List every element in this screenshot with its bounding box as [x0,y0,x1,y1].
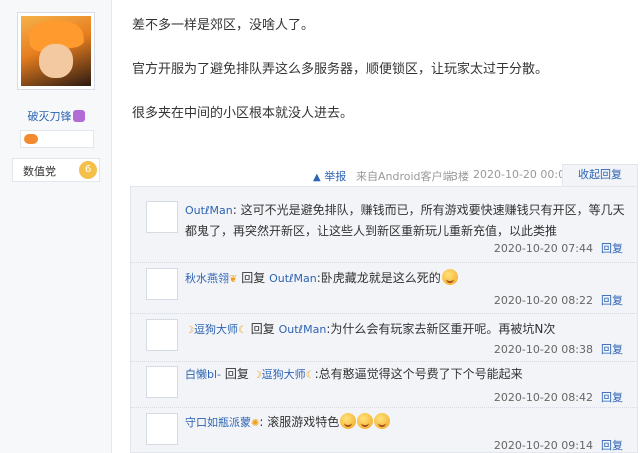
reply-word: 回复 [250,322,275,336]
reply-word: 回复 [241,271,266,285]
reply-body: 这可不光是避免排队，赚钱而已，所有游戏要快速赚钱只有开区，等几天都鬼了，再突然开… [185,203,625,238]
reply-separator: : [232,203,241,217]
post-line: 很多夹在中间的小区根本就没人进去。 [132,106,354,121]
reply-time: 2020-10-20 08:42 [493,391,593,404]
reply-button[interactable]: 回复 [601,294,623,307]
avatar-image [21,16,91,86]
reply-target-username[interactable]: OutℓMan [279,323,327,336]
reply-username[interactable]: 秋水燕翎 [185,272,229,285]
rank-label: 数值党 [23,165,56,178]
post-floor: 3楼 [451,170,469,183]
reply-item: OutℓMan: 这可不光是避免排队，赚钱而已，所有游戏要快速赚钱只有开区，等几… [131,187,637,263]
reply-text: 白懒bl- 回复 ☽逗狗大师☾:总有憨逼觉得这个号费了下个号能起来 [185,364,625,386]
reply-time: 2020-10-20 07:44 [493,242,593,255]
post-time: 2020-10-20 00:09 [473,168,573,181]
vip-badge-icon [72,110,85,122]
reply-item: ☽逗狗大师☾ 回复 OutℓMan:为什么会有玩家去新区重开呢。再被坑N次 20… [131,314,637,362]
reply-panel: OutℓMan: 这可不光是避免排队，赚钱而已，所有游戏要快速赚钱只有开区，等几… [130,186,638,453]
reply-meta: 2020-10-20 09:14 回复 [494,437,623,453]
decoration-icon: ☾ [305,370,315,381]
decoration-icon: ☽ [252,370,262,381]
reply-username[interactable]: 白懒bl- [185,368,221,381]
reply-avatar[interactable] [146,413,178,445]
reply-item: 守口如瓶派蒙✺: 滚服游戏特色 2020-10-20 09:14 回复 [131,408,637,453]
post-line: 差不多一样是郊区，没啥人了。 [132,18,315,33]
reply-word: 回复 [224,367,249,381]
reply-body: :总有憨逼觉得这个号费了下个号能起来 [314,367,523,381]
rank-level-badge: 6 [79,161,97,179]
reply-item: 秋水燕翎❦ 回复 OutℓMan:卧虎藏龙就是这么死的 2020-10-20 0… [131,263,637,314]
reply-item: 白懒bl- 回复 ☽逗狗大师☾:总有憨逼觉得这个号费了下个号能起来 2020-1… [131,362,637,408]
reply-target-username[interactable]: OutℓMan [269,272,317,285]
reply-time: 2020-10-20 08:22 [493,294,593,307]
reply-text: 守口如瓶派蒙✺: 滚服游戏特色 [185,412,625,434]
reply-username[interactable]: OutℓMan [185,204,233,217]
reply-text: ☽逗狗大师☾ 回复 OutℓMan:为什么会有玩家去新区重开呢。再被坑N次 [185,319,625,341]
report-link[interactable]: ▲ 举报 [313,168,346,184]
post-content: 差不多一样是郊区，没啥人了。 官方开服为了避免排队弄这么多服务器，顺便锁区，让玩… [132,14,632,146]
reply-time: 2020-10-20 09:14 [493,439,593,452]
collapse-replies-button[interactable]: 收起回复 [562,164,638,186]
report-icon: ▲ [313,172,321,183]
reply-button[interactable]: 回复 [601,391,623,404]
reply-meta: 2020-10-20 08:42 回复 [494,389,623,405]
post-source: 来自Android客户端 [356,170,454,183]
reply-meta: 2020-10-20 08:22 回复 [494,292,623,308]
rank-box[interactable]: 数值党 6 [12,158,100,182]
reply-time: 2020-10-20 08:38 [493,343,593,356]
reply-target-username[interactable]: 逗狗大师 [262,368,306,381]
decoration-icon: ☽ [185,325,194,336]
reply-username[interactable]: 逗狗大师 [194,323,238,336]
gamepad-icon [24,134,38,144]
reply-meta: 2020-10-20 08:38 回复 [494,341,623,357]
reply-text: 秋水燕翎❦ 回复 OutℓMan:卧虎藏龙就是这么死的 [185,268,625,290]
reply-button[interactable]: 回复 [601,439,623,452]
reply-avatar[interactable] [146,319,178,351]
reply-body: 滚服游戏特色 [267,415,340,429]
reply-meta: 2020-10-20 07:44 回复 [494,240,623,256]
reply-body: :卧虎藏龙就是这么死的 [316,271,441,285]
author-username-text[interactable]: 破灭刀锋 [28,110,72,123]
reply-avatar[interactable] [146,268,178,300]
author-sidebar: 破灭刀锋 数值党 6 [0,0,112,453]
reply-username[interactable]: 守口如瓶派蒙 [185,416,251,429]
smile-emoji-icon [357,413,374,429]
reply-button[interactable]: 回复 [601,343,623,356]
reply-button[interactable]: 回复 [601,242,623,255]
reply-text: OutℓMan: 这可不光是避免排队，赚钱而已，所有游戏要快速赚钱只有开区，等几… [185,200,625,242]
author-avatar[interactable] [17,12,95,90]
report-label[interactable]: 举报 [324,170,346,183]
smile-emoji-icon [340,413,357,429]
author-username[interactable]: 破灭刀锋 [0,108,112,124]
decoration-icon: ☾ [237,325,247,336]
maple-leaf-icon: ❦ [229,274,238,285]
smile-emoji-icon [441,269,458,285]
post-line: 官方开服为了避免排队弄这么多服务器，顺便锁区，让玩家太过于分散。 [132,62,549,77]
reply-body: :为什么会有玩家去新区重开呢。再被坑N次 [326,322,556,336]
medal-box [20,130,94,148]
post-tail: ▲ 举报 来自Android客户端 3楼 2020-10-20 00:09 收起… [130,164,638,186]
reply-avatar[interactable] [146,366,178,398]
smile-emoji-icon [374,413,391,429]
reply-avatar[interactable] [146,201,178,233]
